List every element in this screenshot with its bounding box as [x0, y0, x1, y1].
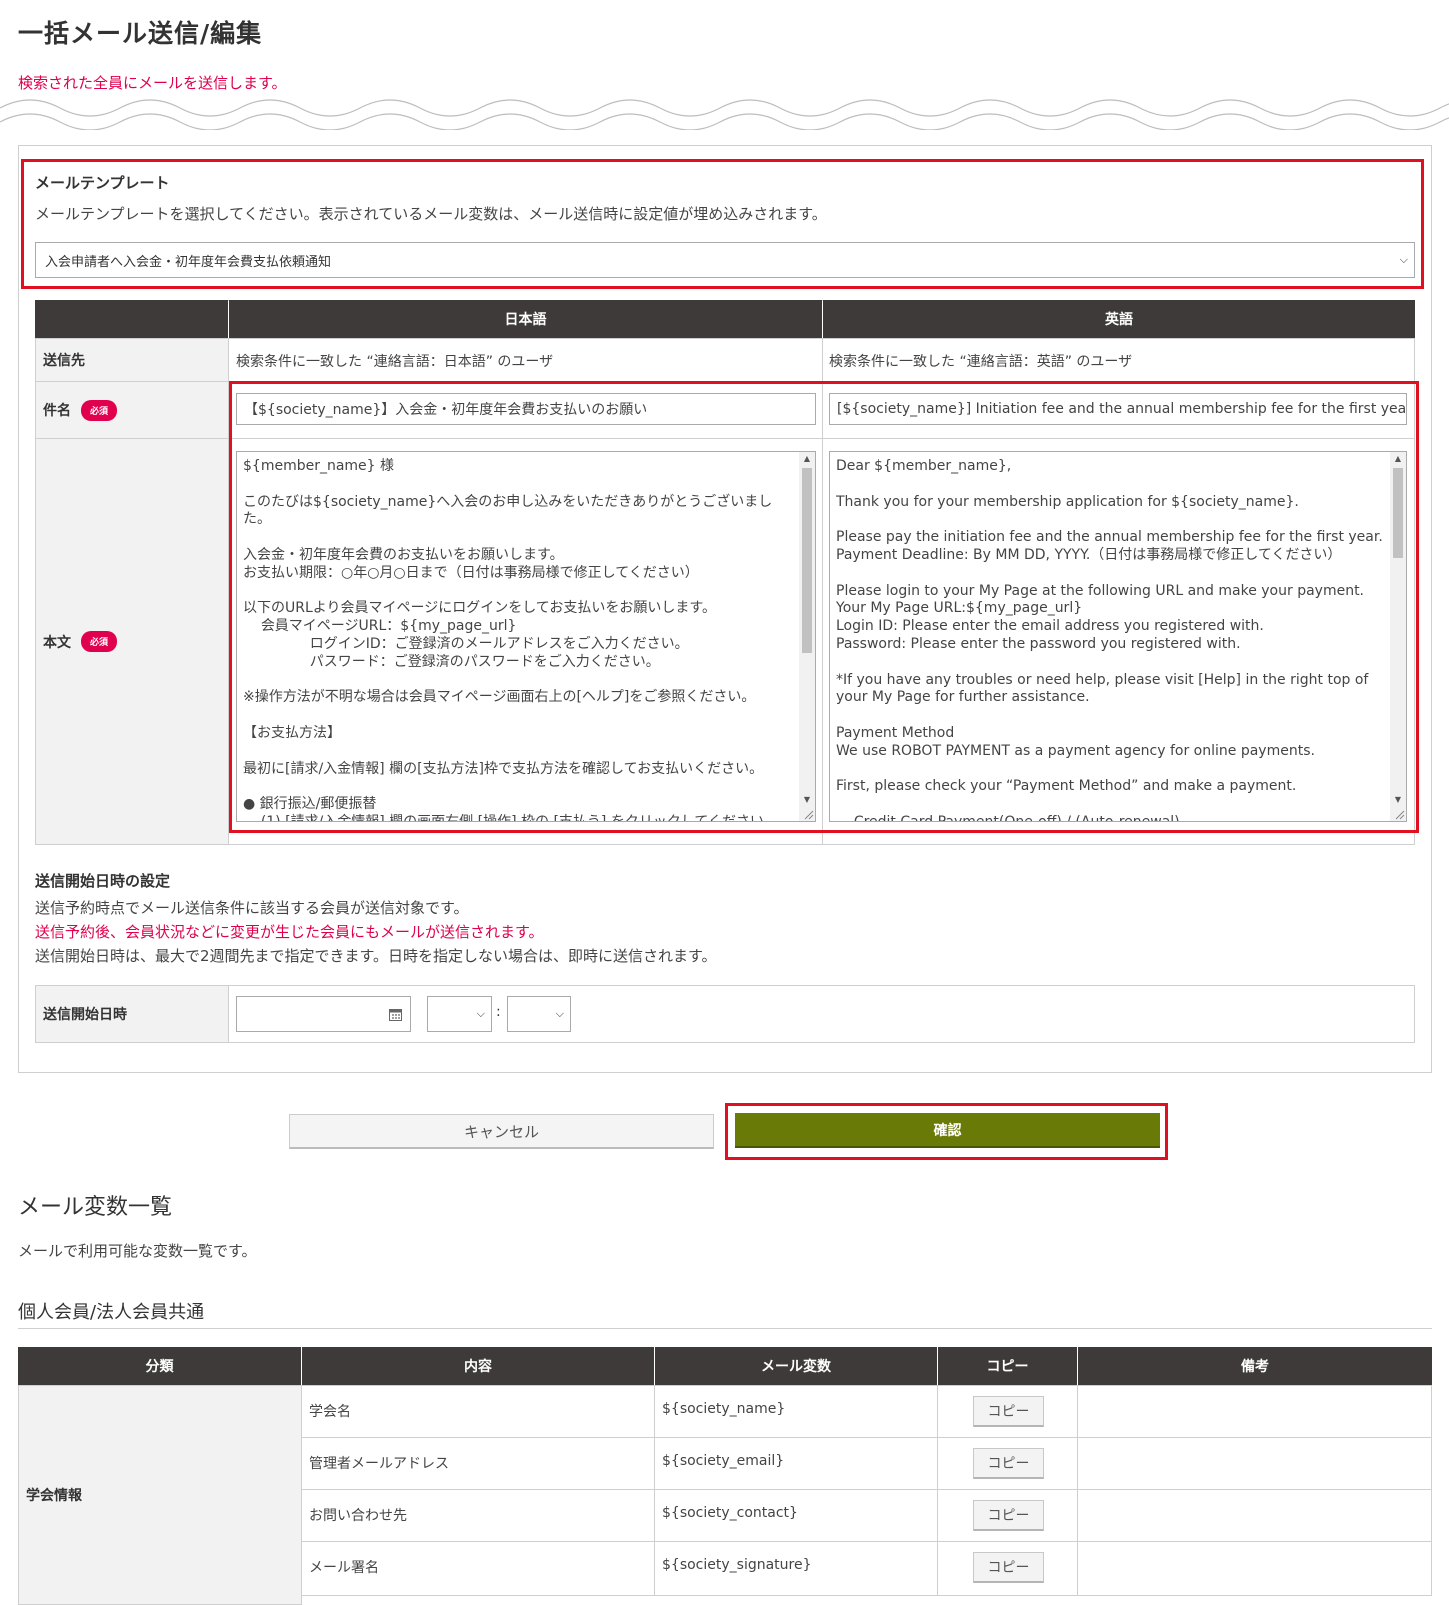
- subheading-divider: [18, 1328, 1432, 1329]
- template-description: メールテンプレートを選択してください。表示されているメール変数は、メール送信時に…: [35, 205, 827, 223]
- resize-grip-icon[interactable]: [802, 808, 814, 820]
- chevron-down-icon: ⌵: [555, 1007, 564, 1020]
- body-en-textarea[interactable]: Dear ${member_name}, Thank you for your …: [829, 451, 1407, 822]
- required-badge: 必須: [81, 631, 118, 652]
- copy-button[interactable]: コピー: [973, 1396, 1044, 1427]
- confirm-button[interactable]: 確認: [735, 1113, 1160, 1148]
- template-select[interactable]: 入会申請者へ入会金・初年度年会費支払依頼通知 ⌵: [35, 242, 1415, 278]
- to-en: 検索条件に一致した “連絡言語：英語” のユーザ: [829, 354, 1133, 370]
- calendar-icon[interactable]: [389, 1008, 402, 1021]
- copy-button[interactable]: コピー: [973, 1448, 1044, 1479]
- chevron-down-icon: ⌵: [476, 1007, 485, 1020]
- label-body: 本文 必須: [35, 438, 229, 845]
- template-heading: メールテンプレート: [35, 174, 170, 192]
- var-content: メール署名: [309, 1560, 379, 1576]
- label-send-datetime: 送信開始日時: [35, 985, 229, 1043]
- scrollbar[interactable]: ▲ ▼: [799, 452, 815, 821]
- send-date-input[interactable]: [236, 996, 411, 1032]
- header-japanese: 日本語: [229, 300, 822, 338]
- var-content: 学会名: [309, 1404, 351, 1420]
- var-note-cell: [1077, 1489, 1432, 1542]
- schedule-warning: 送信予約後、会員状況などに変更が生じた会員にもメールが送信されます。: [35, 923, 544, 941]
- table-row: [301, 1385, 655, 1438]
- body-ja-textarea[interactable]: ${member_name} 様 このたびは${society_name}へ入会…: [236, 451, 816, 822]
- page-title: 一括メール送信/編集: [18, 19, 263, 48]
- var-variable: ${society_email}: [662, 1453, 785, 1469]
- schedule-line1: 送信予約時点でメール送信条件に該当する会員が送信対象です。: [35, 899, 469, 917]
- var-category: 学会情報: [26, 1488, 82, 1504]
- subject-en-input[interactable]: [${society_name}] Initiation fee and the…: [829, 393, 1407, 425]
- var-variable: ${society_signature}: [662, 1557, 812, 1573]
- variables-description: メールで利用可能な変数一覧です。: [18, 1242, 257, 1260]
- resize-grip-icon[interactable]: [1393, 808, 1405, 820]
- var-col-category: 分類: [18, 1347, 301, 1385]
- variables-heading: メール変数一覧: [18, 1195, 173, 1220]
- scroll-up-icon[interactable]: ▲: [799, 452, 815, 466]
- label-to: 送信先: [35, 338, 229, 382]
- send-minute-select[interactable]: ⌵: [507, 996, 571, 1032]
- header-english: 英語: [823, 300, 1415, 338]
- mail-table-header-blank: [35, 300, 228, 338]
- copy-button[interactable]: コピー: [973, 1500, 1044, 1531]
- var-content: お問い合わせ先: [309, 1508, 407, 1524]
- schedule-line3: 送信開始日時は、最大で2週間先まで指定できます。日時を指定しない場合は、即時に送…: [35, 947, 717, 965]
- label-subject: 件名 必須: [35, 381, 229, 439]
- scroll-down-icon[interactable]: ▼: [799, 793, 815, 807]
- var-col-note: 備考: [1078, 1347, 1432, 1385]
- scroll-thumb[interactable]: [1393, 468, 1403, 558]
- time-separator: :: [496, 1004, 501, 1020]
- scroll-down-icon[interactable]: ▼: [1390, 793, 1406, 807]
- var-variable: ${society_contact}: [662, 1505, 798, 1521]
- var-note-cell: [1077, 1437, 1432, 1490]
- var-category-cell: 学会情報: [18, 1385, 302, 1605]
- body-en-text: Dear ${member_name}, Thank you for your …: [836, 458, 1383, 821]
- scroll-thumb[interactable]: [802, 468, 812, 653]
- variables-subheading: 個人会員/法人会員共通: [18, 1302, 205, 1323]
- chevron-down-icon: ⌵: [1399, 253, 1408, 266]
- scroll-up-icon[interactable]: ▲: [1390, 452, 1406, 466]
- copy-button[interactable]: コピー: [973, 1552, 1044, 1583]
- schedule-heading: 送信開始日時の設定: [35, 872, 171, 890]
- send-hour-select[interactable]: ⌵: [427, 996, 492, 1032]
- required-badge: 必須: [81, 399, 118, 421]
- to-ja: 検索条件に一致した “連絡言語：日本語” のユーザ: [236, 354, 554, 370]
- template-select-value: 入会申請者へ入会金・初年度年会費支払依頼通知: [45, 254, 332, 270]
- var-variable: ${society_name}: [662, 1401, 786, 1417]
- var-col-content: 内容: [302, 1347, 654, 1385]
- body-ja-text: ${member_name} 様 このたびは${society_name}へ入会…: [243, 458, 778, 821]
- wave-divider: [0, 99, 1449, 130]
- subject-ja-input[interactable]: 【${society_name}】入会金・初年度年会費お支払いのお願い: [236, 393, 816, 425]
- var-note-cell: [1077, 1385, 1432, 1438]
- var-col-variable: メール変数: [655, 1347, 937, 1385]
- var-col-copy: コピー: [938, 1347, 1077, 1385]
- scrollbar[interactable]: ▲ ▼: [1390, 452, 1406, 821]
- cancel-button[interactable]: キャンセル: [289, 1114, 714, 1149]
- var-note-cell: [1077, 1541, 1432, 1596]
- var-content: 管理者メールアドレス: [309, 1456, 449, 1472]
